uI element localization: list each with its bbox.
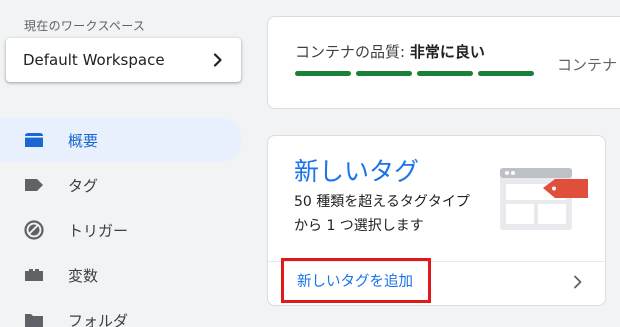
chevron-right-icon (213, 53, 222, 67)
sidebar-item-label: 概要 (68, 131, 99, 150)
quality-meter-segment (295, 71, 351, 76)
folder-icon (22, 308, 46, 327)
overview-icon (22, 128, 46, 152)
sidebar-item-triggers[interactable]: トリガー (0, 208, 242, 252)
chevron-right-icon[interactable] (572, 275, 584, 289)
sidebar-item-label: タグ (68, 176, 99, 195)
sidebar-item-label: 変数 (68, 266, 99, 285)
tag-icon (22, 173, 46, 197)
sidebar-item-label: フォルダ (68, 311, 129, 327)
sidebar-item-overview[interactable]: 概要 (0, 118, 242, 162)
sidebar: 現在のワークスペース Default Workspace 概要 タグ トリガー … (0, 0, 258, 327)
variables-icon (22, 263, 46, 287)
add-new-tag-link[interactable]: 新しいタグを追加 (281, 258, 431, 303)
quality-meter-segment (417, 71, 473, 76)
new-tag-title: 新しいタグ (294, 157, 420, 186)
new-tag-card: 新しいタグ 50 種類を超えるタグタイプから 1 つ選択します 新しいタグを追加 (267, 135, 606, 306)
quality-value: 非常に良い (409, 43, 485, 61)
sidebar-item-folders[interactable]: フォルダ (0, 298, 242, 327)
sidebar-item-tags[interactable]: タグ (0, 163, 242, 207)
quality-meter (295, 71, 534, 76)
quality-label: コンテナの品質: (295, 43, 410, 61)
container-quality-text: コンテナの品質: 非常に良い (295, 41, 485, 62)
trigger-icon (22, 218, 46, 242)
sidebar-nav: 概要 タグ トリガー 変数 フォルダ (0, 118, 242, 327)
quality-meter-segment (478, 71, 534, 76)
workspace-name: Default Workspace (23, 51, 165, 69)
workspace-selector[interactable]: Default Workspace (6, 38, 241, 82)
sidebar-item-label: トリガー (68, 221, 129, 240)
workspace-caption: 現在のワークスペース (24, 19, 146, 33)
new-tag-description: 50 種類を超えるタグタイプから 1 つ選択します (294, 194, 470, 234)
sidebar-item-variables[interactable]: 変数 (0, 253, 242, 297)
container-quality-card: コンテナの品質: 非常に良い コンテナ (267, 16, 620, 109)
tag-illustration-icon (500, 168, 588, 230)
container-secondary-label: コンテナ (557, 56, 618, 74)
quality-meter-segment (356, 71, 412, 76)
add-new-tag-label: 新しいタグを追加 (297, 274, 413, 290)
